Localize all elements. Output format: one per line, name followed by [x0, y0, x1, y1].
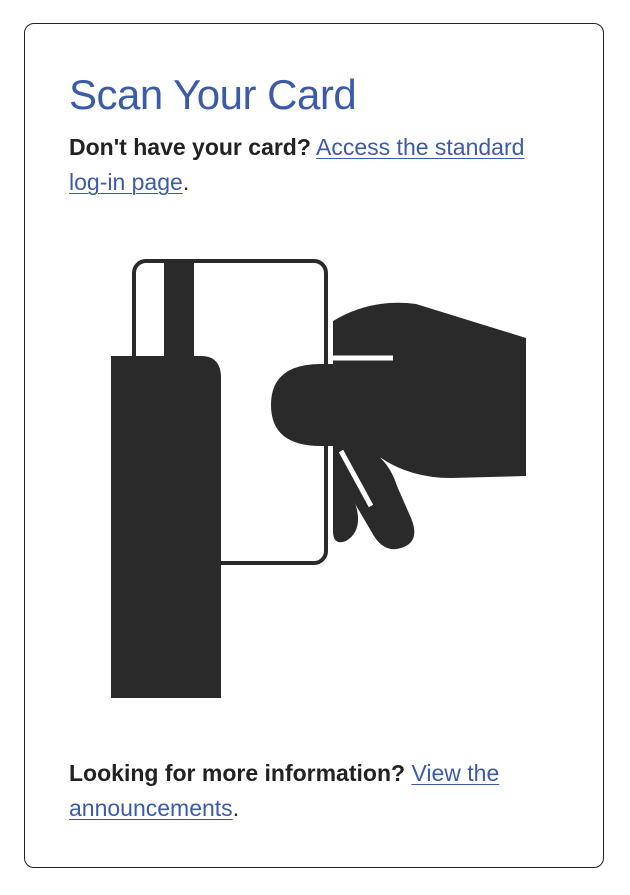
hand-swiping-card-reader-icon — [111, 259, 526, 698]
page-title: Scan Your Card — [69, 71, 357, 118]
more-info-message: Looking for more information? View the a… — [69, 756, 569, 826]
info-prompt: Looking for more information? — [69, 760, 406, 786]
scan-card-panel: Scan Your Card Don't have your card? Acc… — [24, 23, 604, 868]
no-card-message: Don't have your card? Access the standar… — [69, 130, 569, 200]
info-suffix: . — [232, 795, 240, 821]
card-reader — [111, 356, 221, 698]
hand-thumb — [271, 364, 393, 446]
no-card-suffix: . — [182, 169, 190, 195]
no-card-prompt: Don't have your card? — [69, 134, 311, 160]
